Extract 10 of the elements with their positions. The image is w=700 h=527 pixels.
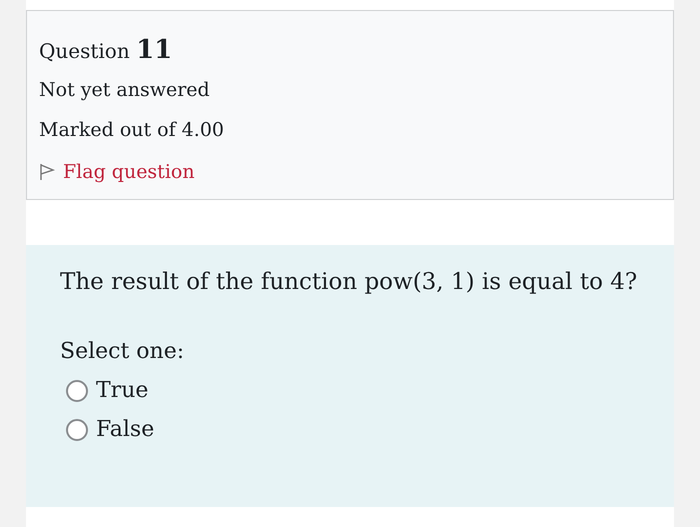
- answer-option[interactable]: True: [66, 378, 148, 403]
- question-number: Question 11: [39, 35, 174, 65]
- grade-info: Marked out of 4.00: [39, 119, 225, 143]
- radio-button[interactable]: [66, 418, 88, 440]
- answer-option[interactable]: False: [66, 417, 154, 442]
- answer-status: Not yet answered: [39, 79, 211, 103]
- radio-button[interactable]: [66, 380, 88, 402]
- select-prompt: Select one:: [60, 339, 186, 364]
- question-text: The result of the function pow(3, 1) is equal to 4?: [60, 269, 638, 295]
- flag-question-link[interactable]: Flag question: [39, 161, 195, 183]
